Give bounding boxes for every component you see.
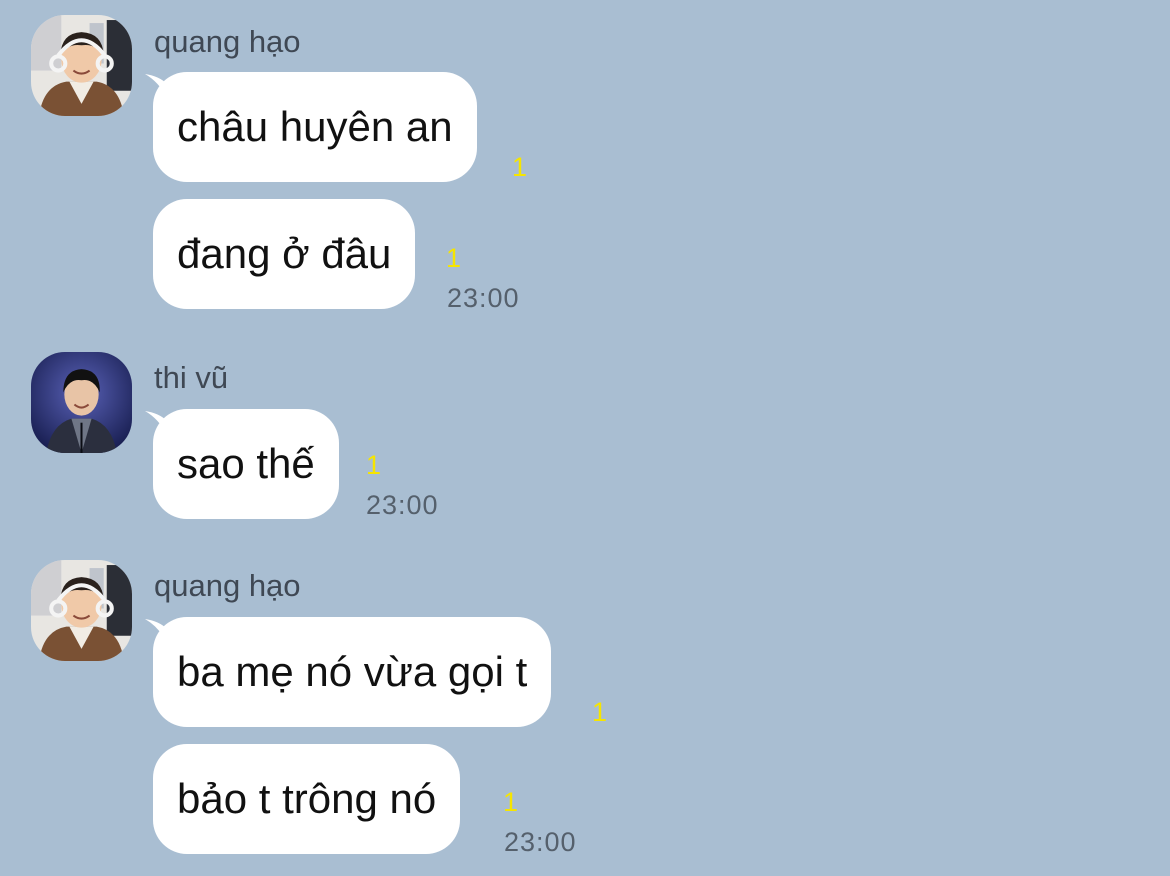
- message-timestamp: 23:00: [366, 490, 439, 520]
- sender-name: quang hạo: [154, 568, 301, 603]
- message-bubble[interactable]: châu huyên an: [153, 72, 477, 182]
- message-text: bảo t trông nó: [177, 775, 437, 822]
- unread-count: 1: [366, 450, 382, 480]
- message-timestamp: 23:00: [447, 283, 520, 313]
- message-bubble[interactable]: đang ở đâu: [153, 199, 416, 309]
- message-text: đang ở đâu: [177, 230, 392, 277]
- user-avatar-icon: [31, 352, 132, 453]
- sender-name: thi vũ: [154, 360, 229, 395]
- unread-count: 1: [512, 152, 528, 182]
- message-text: ba mẹ nó vừa gọi t: [177, 648, 528, 695]
- sender-name: quang hạo: [154, 24, 301, 59]
- message-timestamp: 23:00: [504, 827, 577, 857]
- sender-avatar[interactable]: [31, 15, 132, 116]
- message-bubble[interactable]: sao thế: [153, 409, 339, 519]
- sender-avatar[interactable]: [31, 352, 132, 453]
- user-avatar-icon: [31, 15, 132, 116]
- message-text: sao thế: [177, 440, 315, 487]
- user-avatar-icon: [31, 560, 132, 661]
- message-bubble[interactable]: bảo t trông nó: [153, 744, 461, 854]
- message-bubble[interactable]: ba mẹ nó vừa gọi t: [153, 617, 552, 727]
- message-text: châu huyên an: [177, 103, 453, 150]
- sender-avatar[interactable]: [31, 560, 132, 661]
- chat-room[interactable]: quang hạo châu huyên an 1 đang ở đâu 1 2…: [0, 0, 1170, 876]
- unread-count: 1: [592, 697, 608, 727]
- unread-count: 1: [446, 243, 462, 273]
- unread-count: 1: [503, 787, 519, 817]
